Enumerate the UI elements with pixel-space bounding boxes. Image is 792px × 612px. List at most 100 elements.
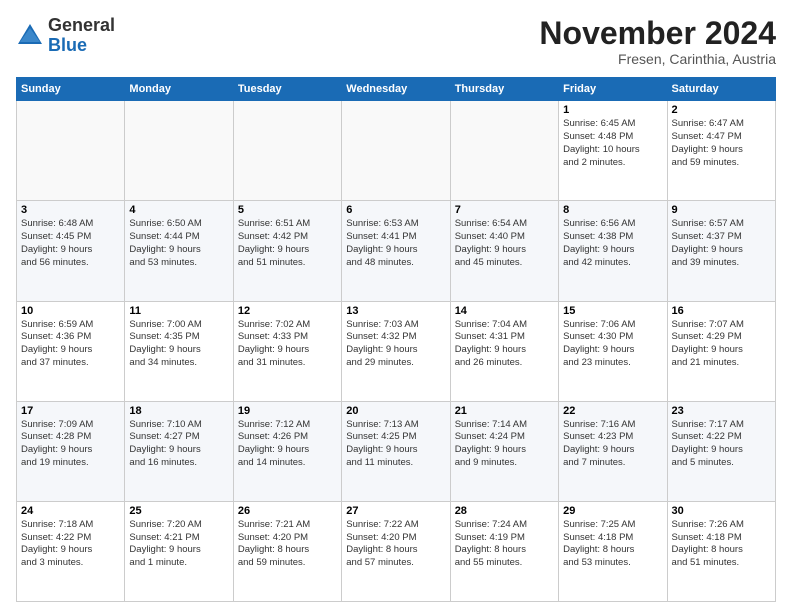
day-number: 5: [238, 204, 337, 216]
title-block: November 2024 Fresen, Carinthia, Austria: [539, 16, 776, 67]
table-row: 4 Sunrise: 6:50 AMSunset: 4:44 PMDaylight…: [125, 201, 233, 301]
day-number: 4: [129, 204, 228, 216]
day-number: 12: [238, 305, 337, 317]
day-number: 20: [346, 405, 445, 417]
day-number: 9: [672, 204, 771, 216]
logo-icon: [16, 22, 44, 50]
table-row: 11Sunrise: 7:00 AMSunset: 4:35 PMDayligh…: [125, 301, 233, 401]
calendar-week-3: 10 Sunrise: 6:59 AMSunset: 4:36 PMDayligh…: [17, 301, 776, 401]
table-row: 2Sunrise: 6:47 AMSunset: 4:47 PMDaylight…: [667, 101, 775, 201]
header: General Blue November 2024 Fresen, Carin…: [16, 16, 776, 67]
day-info: Sunrise: 7:17 AMSunset: 4:22 PMDaylight:…: [672, 419, 771, 470]
day-number: 10: [21, 305, 120, 317]
table-row: 1Sunrise: 6:45 AMSunset: 4:48 PMDaylight…: [559, 101, 667, 201]
day-number: 15: [563, 305, 662, 317]
table-row: 10 Sunrise: 6:59 AMSunset: 4:36 PMDayligh…: [17, 301, 125, 401]
table-row: [233, 101, 341, 201]
calendar-week-1: 1Sunrise: 6:45 AMSunset: 4:48 PMDaylight…: [17, 101, 776, 201]
table-row: 6 Sunrise: 6:53 AMSunset: 4:41 PMDaylight…: [342, 201, 450, 301]
day-number: 1: [563, 104, 662, 116]
day-number: 30: [672, 505, 771, 517]
col-saturday: Saturday: [667, 78, 775, 101]
table-row: [125, 101, 233, 201]
day-info: Sunrise: 7:10 AMSunset: 4:27 PMDaylight:…: [129, 419, 228, 470]
table-row: 25Sunrise: 7:20 AMSunset: 4:21 PMDayligh…: [125, 501, 233, 601]
day-info: Sunrise: 7:13 AMSunset: 4:25 PMDaylight:…: [346, 419, 445, 470]
table-row: 29 Sunrise: 7:25 AMSunset: 4:18 PMDayligh…: [559, 501, 667, 601]
day-number: 21: [455, 405, 554, 417]
day-info: Sunrise: 7:14 AMSunset: 4:24 PMDaylight:…: [455, 419, 554, 470]
day-number: 8: [563, 204, 662, 216]
table-row: [450, 101, 558, 201]
day-info: Sunrise: 6:57 AMSunset: 4:37 PMDaylight:…: [672, 218, 771, 269]
day-number: 25: [129, 505, 228, 517]
day-number: 28: [455, 505, 554, 517]
day-number: 18: [129, 405, 228, 417]
day-number: 26: [238, 505, 337, 517]
calendar-header-row: Sunday Monday Tuesday Wednesday Thursday…: [17, 78, 776, 101]
table-row: 20 Sunrise: 7:13 AMSunset: 4:25 PMDayligh…: [342, 401, 450, 501]
day-number: 3: [21, 204, 120, 216]
day-info: Sunrise: 6:51 AMSunset: 4:42 PMDaylight:…: [238, 218, 337, 269]
day-info: Sunrise: 7:25 AMSunset: 4:18 PMDaylight:…: [563, 519, 662, 570]
col-friday: Friday: [559, 78, 667, 101]
table-row: 28 Sunrise: 7:24 AMSunset: 4:19 PMDayligh…: [450, 501, 558, 601]
day-number: 29: [563, 505, 662, 517]
col-wednesday: Wednesday: [342, 78, 450, 101]
calendar-week-5: 24Sunrise: 7:18 AMSunset: 4:22 PMDayligh…: [17, 501, 776, 601]
table-row: 18 Sunrise: 7:10 AMSunset: 4:27 PMDayligh…: [125, 401, 233, 501]
day-info: Sunrise: 6:59 AMSunset: 4:36 PMDaylight:…: [21, 319, 120, 370]
col-sunday: Sunday: [17, 78, 125, 101]
col-tuesday: Tuesday: [233, 78, 341, 101]
day-number: 2: [672, 104, 771, 116]
day-info: Sunrise: 7:16 AMSunset: 4:23 PMDaylight:…: [563, 419, 662, 470]
table-row: 26 Sunrise: 7:21 AMSunset: 4:20 PMDayligh…: [233, 501, 341, 601]
table-row: 15 Sunrise: 7:06 AMSunset: 4:30 PMDayligh…: [559, 301, 667, 401]
day-info: Sunrise: 7:18 AMSunset: 4:22 PMDaylight:…: [21, 519, 120, 570]
day-info: Sunrise: 7:02 AMSunset: 4:33 PMDaylight:…: [238, 319, 337, 370]
day-info: Sunrise: 7:26 AMSunset: 4:18 PMDaylight:…: [672, 519, 771, 570]
table-row: 24Sunrise: 7:18 AMSunset: 4:22 PMDayligh…: [17, 501, 125, 601]
table-row: 30 Sunrise: 7:26 AMSunset: 4:18 PMDayligh…: [667, 501, 775, 601]
col-monday: Monday: [125, 78, 233, 101]
day-info: Sunrise: 7:06 AMSunset: 4:30 PMDaylight:…: [563, 319, 662, 370]
table-row: 12 Sunrise: 7:02 AMSunset: 4:33 PMDayligh…: [233, 301, 341, 401]
day-info: Sunrise: 7:22 AMSunset: 4:20 PMDaylight:…: [346, 519, 445, 570]
location-subtitle: Fresen, Carinthia, Austria: [539, 51, 776, 67]
day-number: 27: [346, 505, 445, 517]
table-row: 13 Sunrise: 7:03 AMSunset: 4:32 PMDayligh…: [342, 301, 450, 401]
table-row: 22 Sunrise: 7:16 AMSunset: 4:23 PMDayligh…: [559, 401, 667, 501]
day-number: 23: [672, 405, 771, 417]
day-number: 22: [563, 405, 662, 417]
table-row: 5 Sunrise: 6:51 AMSunset: 4:42 PMDaylight…: [233, 201, 341, 301]
calendar-week-2: 3Sunrise: 6:48 AMSunset: 4:45 PMDaylight…: [17, 201, 776, 301]
day-info: Sunrise: 6:53 AMSunset: 4:41 PMDaylight:…: [346, 218, 445, 269]
calendar-table: Sunday Monday Tuesday Wednesday Thursday…: [16, 77, 776, 602]
day-info: Sunrise: 7:24 AMSunset: 4:19 PMDaylight:…: [455, 519, 554, 570]
day-info: Sunrise: 7:00 AMSunset: 4:35 PMDaylight:…: [129, 319, 228, 370]
table-row: [17, 101, 125, 201]
table-row: 3Sunrise: 6:48 AMSunset: 4:45 PMDaylight…: [17, 201, 125, 301]
day-info: Sunrise: 6:54 AMSunset: 4:40 PMDaylight:…: [455, 218, 554, 269]
day-number: 14: [455, 305, 554, 317]
table-row: 17Sunrise: 7:09 AMSunset: 4:28 PMDayligh…: [17, 401, 125, 501]
day-number: 6: [346, 204, 445, 216]
table-row: 21 Sunrise: 7:14 AMSunset: 4:24 PMDayligh…: [450, 401, 558, 501]
day-info: Sunrise: 7:21 AMSunset: 4:20 PMDaylight:…: [238, 519, 337, 570]
calendar-week-4: 17Sunrise: 7:09 AMSunset: 4:28 PMDayligh…: [17, 401, 776, 501]
table-row: 9 Sunrise: 6:57 AMSunset: 4:37 PMDaylight…: [667, 201, 775, 301]
day-info: Sunrise: 7:07 AMSunset: 4:29 PMDaylight:…: [672, 319, 771, 370]
day-info: Sunrise: 7:03 AMSunset: 4:32 PMDaylight:…: [346, 319, 445, 370]
table-row: 16 Sunrise: 7:07 AMSunset: 4:29 PMDayligh…: [667, 301, 775, 401]
day-info: Sunrise: 7:04 AMSunset: 4:31 PMDaylight:…: [455, 319, 554, 370]
day-info: Sunrise: 6:50 AMSunset: 4:44 PMDaylight:…: [129, 218, 228, 269]
logo-general-text: General: [48, 15, 115, 35]
logo-blue-text: Blue: [48, 35, 87, 55]
page: General Blue November 2024 Fresen, Carin…: [0, 0, 792, 612]
day-info: Sunrise: 6:56 AMSunset: 4:38 PMDaylight:…: [563, 218, 662, 269]
day-number: 16: [672, 305, 771, 317]
day-number: 13: [346, 305, 445, 317]
table-row: 7 Sunrise: 6:54 AMSunset: 4:40 PMDaylight…: [450, 201, 558, 301]
day-number: 7: [455, 204, 554, 216]
col-thursday: Thursday: [450, 78, 558, 101]
